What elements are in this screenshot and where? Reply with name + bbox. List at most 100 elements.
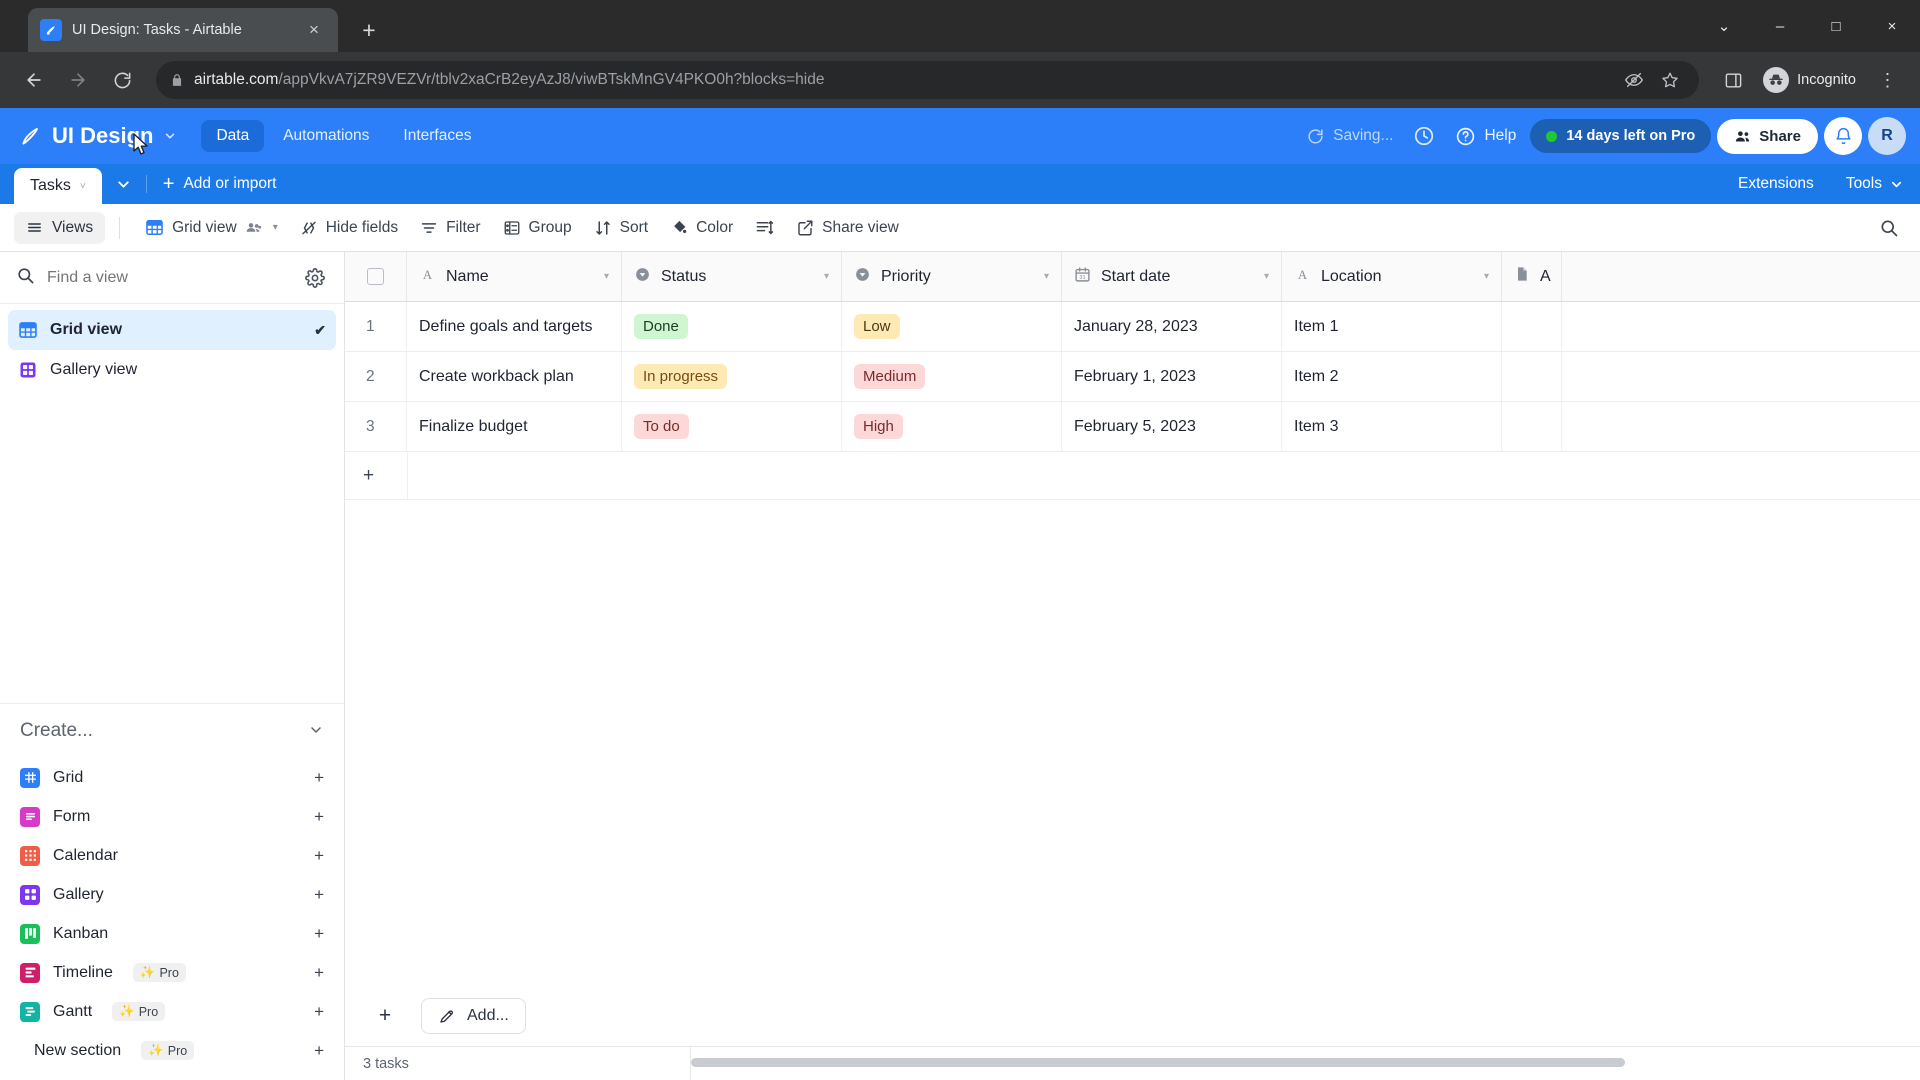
tools-button[interactable]: Tools bbox=[1830, 164, 1920, 204]
add-gallery-view-button[interactable]: + bbox=[314, 885, 324, 905]
views-button[interactable]: Views bbox=[14, 211, 106, 244]
add-or-import-button[interactable]: + Add or import bbox=[147, 164, 293, 204]
create-item-calendar[interactable]: Calendar + bbox=[0, 836, 344, 875]
base-name[interactable]: UI Design bbox=[52, 123, 153, 149]
add-gantt-view-button[interactable]: + bbox=[314, 1002, 324, 1022]
cell-name[interactable]: Create workback plan bbox=[407, 352, 622, 401]
side-panel-icon[interactable] bbox=[1713, 60, 1753, 100]
color-button[interactable]: Color bbox=[659, 213, 744, 243]
cell-location[interactable]: Item 2 bbox=[1282, 352, 1502, 401]
filter-button[interactable]: Filter bbox=[409, 213, 491, 243]
add-new-section-button[interactable]: + bbox=[314, 1041, 324, 1061]
cell-status[interactable]: Done bbox=[622, 302, 842, 351]
new-tab-button[interactable]: + bbox=[352, 13, 386, 47]
horizontal-scrollbar[interactable] bbox=[690, 1046, 1920, 1080]
reload-button[interactable] bbox=[102, 60, 142, 100]
add-record-button[interactable]: + bbox=[363, 996, 407, 1036]
create-item-form[interactable]: Form + bbox=[0, 797, 344, 836]
add-record-row[interactable]: + bbox=[345, 452, 1920, 500]
add-calendar-view-button[interactable]: + bbox=[314, 846, 324, 866]
row-height-button[interactable] bbox=[744, 212, 785, 243]
cell-start-date[interactable]: February 5, 2023 bbox=[1062, 402, 1282, 451]
close-icon[interactable]: × bbox=[302, 18, 326, 42]
group-button[interactable]: Group bbox=[492, 213, 583, 243]
add-form-view-button[interactable]: + bbox=[314, 807, 324, 827]
column-header-priority[interactable]: Priority ▾ bbox=[842, 252, 1062, 301]
chevron-down-icon[interactable]: ▾ bbox=[1484, 271, 1489, 282]
column-header-name[interactable]: A Name ▾ bbox=[407, 252, 622, 301]
maximize-button[interactable]: □ bbox=[1808, 0, 1864, 52]
chevron-down-icon[interactable]: ▾ bbox=[1264, 271, 1269, 282]
browser-tab[interactable]: UI Design: Tasks - Airtable × bbox=[28, 8, 338, 52]
scrollbar-thumb[interactable] bbox=[691, 1057, 1626, 1067]
cell-status[interactable]: In progress bbox=[622, 352, 842, 401]
cell-location[interactable]: Item 3 bbox=[1282, 402, 1502, 451]
browser-menu-button[interactable]: ⋮ bbox=[1870, 62, 1906, 98]
add-grid-view-button[interactable]: + bbox=[314, 768, 324, 788]
cell-priority[interactable]: High bbox=[842, 402, 1062, 451]
address-bar[interactable]: airtable.com/appVkvA7jZR9VEZVr/tblv2xaCr… bbox=[156, 61, 1700, 99]
cell-priority[interactable]: Medium bbox=[842, 352, 1062, 401]
create-section-header[interactable]: Create... bbox=[0, 704, 344, 758]
cell-attachment[interactable] bbox=[1502, 352, 1562, 401]
cell-name[interactable]: Define goals and targets bbox=[407, 302, 622, 351]
chevron-down-icon[interactable]: ▾ bbox=[604, 271, 609, 282]
notifications-bell-icon[interactable] bbox=[1824, 117, 1862, 155]
cell-attachment[interactable] bbox=[1502, 302, 1562, 351]
forward-button[interactable] bbox=[58, 60, 98, 100]
table-row[interactable]: 1 Define goals and targets Done Low Janu… bbox=[345, 302, 1920, 352]
cell-location[interactable]: Item 1 bbox=[1282, 302, 1502, 351]
share-button[interactable]: Share bbox=[1717, 118, 1818, 154]
cell-priority[interactable]: Low bbox=[842, 302, 1062, 351]
column-header-attachment[interactable]: A bbox=[1502, 252, 1562, 301]
base-chevron-down-icon[interactable] bbox=[157, 123, 183, 149]
chevron-down-icon[interactable]: ▾ bbox=[1044, 271, 1049, 282]
incognito-indicator[interactable]: Incognito bbox=[1757, 62, 1866, 98]
cell-attachment[interactable] bbox=[1502, 402, 1562, 451]
search-icon[interactable] bbox=[1872, 211, 1906, 245]
help-button[interactable]: Help bbox=[1447, 126, 1524, 147]
column-header-location[interactable]: A Location ▾ bbox=[1282, 252, 1502, 301]
cell-status[interactable]: To do bbox=[622, 402, 842, 451]
table-row[interactable]: 2 Create workback plan In progress Mediu… bbox=[345, 352, 1920, 402]
hide-fields-button[interactable]: Hide fields bbox=[289, 213, 409, 243]
tab-interfaces[interactable]: Interfaces bbox=[388, 120, 486, 152]
close-window-button[interactable]: × bbox=[1864, 0, 1920, 52]
cell-name[interactable]: Finalize budget bbox=[407, 402, 622, 451]
user-avatar[interactable]: R bbox=[1868, 117, 1906, 155]
trial-status-badge[interactable]: 14 days left on Pro bbox=[1530, 119, 1712, 153]
column-header-start-date[interactable]: 31 Start date ▾ bbox=[1062, 252, 1282, 301]
table-tab-tasks[interactable]: Tasks ˅ bbox=[14, 168, 102, 204]
chevron-down-icon[interactable]: ˅ bbox=[80, 181, 86, 192]
table-row[interactable]: 3 Finalize budget To do High February 5,… bbox=[345, 402, 1920, 452]
bookmark-star-icon[interactable] bbox=[1655, 65, 1685, 95]
create-item-grid[interactable]: Grid + bbox=[0, 758, 344, 797]
chevron-down-icon[interactable]: ▾ bbox=[273, 222, 278, 233]
sidebar-item-grid-view[interactable]: Grid view ✔ bbox=[8, 310, 336, 350]
minimize-button[interactable]: – bbox=[1752, 0, 1808, 52]
find-view-input[interactable] bbox=[47, 268, 290, 287]
add-with-form-button[interactable]: Add... bbox=[421, 998, 526, 1034]
history-icon[interactable] bbox=[1407, 119, 1441, 153]
extensions-button[interactable]: Extensions bbox=[1722, 164, 1830, 204]
add-timeline-view-button[interactable]: + bbox=[314, 963, 324, 983]
tracking-protection-icon[interactable] bbox=[1619, 65, 1649, 95]
table-list-expand-button[interactable] bbox=[102, 164, 146, 204]
cell-start-date[interactable]: February 1, 2023 bbox=[1062, 352, 1282, 401]
chevron-down-icon[interactable]: ▾ bbox=[824, 271, 829, 282]
select-all-checkbox[interactable] bbox=[345, 252, 407, 301]
chevron-down-icon[interactable]: ⌄ bbox=[1696, 0, 1752, 52]
sidebar-item-gallery-view[interactable]: Gallery view bbox=[8, 350, 336, 390]
cell-start-date[interactable]: January 28, 2023 bbox=[1062, 302, 1282, 351]
add-kanban-view-button[interactable]: + bbox=[314, 924, 324, 944]
tab-automations[interactable]: Automations bbox=[268, 120, 384, 152]
column-header-status[interactable]: Status ▾ bbox=[622, 252, 842, 301]
create-item-kanban[interactable]: Kanban + bbox=[0, 914, 344, 953]
gear-icon[interactable] bbox=[302, 265, 328, 291]
back-button[interactable] bbox=[14, 60, 54, 100]
chevron-down-icon[interactable] bbox=[308, 722, 324, 741]
tab-data[interactable]: Data bbox=[201, 120, 265, 152]
create-item-gantt[interactable]: Gantt ✨ Pro + bbox=[0, 992, 344, 1031]
sort-button[interactable]: Sort bbox=[583, 213, 659, 243]
create-item-gallery[interactable]: Gallery + bbox=[0, 875, 344, 914]
